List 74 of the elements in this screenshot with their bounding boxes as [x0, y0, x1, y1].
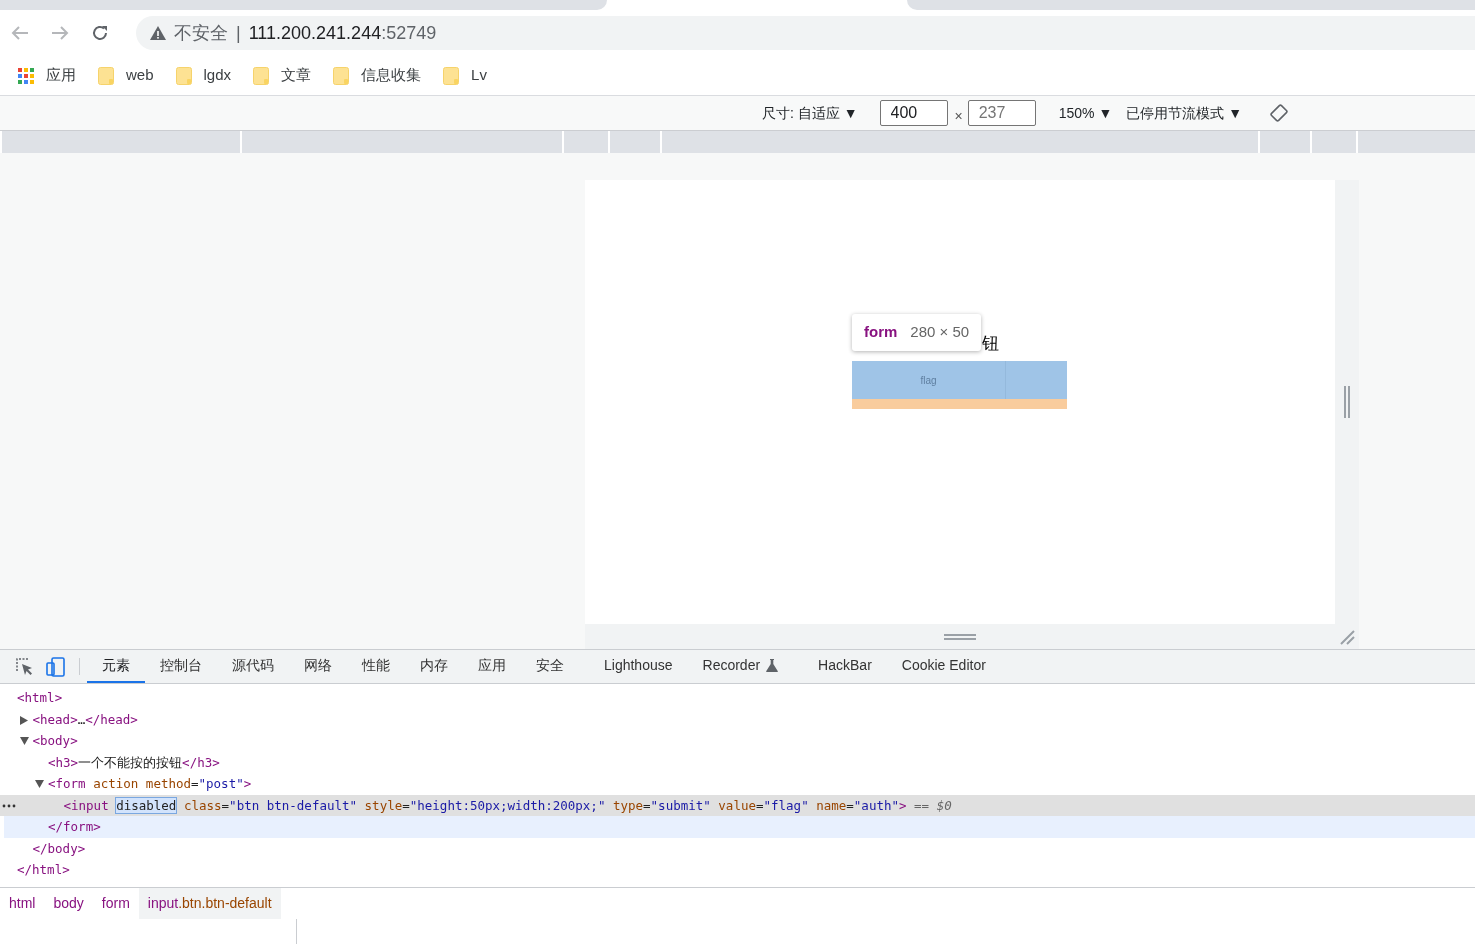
url-text: 111.200.241.244:52749 — [248, 21, 437, 45]
expand-arrow-icon[interactable] — [19, 737, 29, 745]
times-sign: × — [954, 106, 963, 126]
folder-icon — [175, 66, 192, 85]
reload-icon[interactable] — [91, 24, 109, 42]
media-query-segment[interactable] — [662, 131, 1258, 153]
folder-icon — [333, 66, 350, 85]
code-line[interactable]: <h3>一个不能按的按钮</h3> — [48, 751, 220, 773]
breadcrumb-item[interactable]: form — [92, 888, 139, 919]
code-line[interactable]: </html> — [17, 859, 70, 881]
browser-tab[interactable] — [907, 0, 1475, 10]
element-size: 280 × 50 — [910, 322, 970, 343]
devtools-tab[interactable]: 源代码 — [217, 650, 289, 683]
security-label: 不安全 — [174, 21, 228, 45]
resize-handle-icon[interactable] — [944, 633, 976, 640]
media-query-segment[interactable] — [1312, 131, 1356, 153]
expand-arrow-icon[interactable] — [19, 715, 28, 725]
devtools-tab[interactable]: Cookie Editor — [886, 650, 1001, 683]
code-line[interactable]: </form> — [48, 816, 101, 838]
folder-icon — [443, 66, 460, 85]
devtools-tab[interactable]: Lighthouse — [589, 650, 688, 683]
bookmark-item[interactable]: Lv — [443, 64, 487, 87]
rotate-icon[interactable] — [1270, 104, 1289, 122]
media-query-segment[interactable] — [1260, 131, 1310, 153]
folder-icon — [253, 66, 270, 85]
bookmark-item[interactable]: web — [98, 64, 154, 87]
bookmark-item[interactable]: lgdx — [175, 64, 232, 87]
devtools-tab[interactable]: 内存 — [405, 650, 463, 683]
folder-icon — [98, 66, 114, 85]
resize-handle-icon[interactable] — [1344, 386, 1350, 418]
resize-corner-icon[interactable] — [1339, 628, 1355, 645]
media-query-segment[interactable] — [610, 131, 660, 153]
media-query-segment[interactable] — [242, 131, 562, 153]
warning-icon — [150, 26, 166, 40]
device-icon[interactable] — [46, 656, 66, 677]
devtools-tab[interactable]: 性能 — [347, 650, 405, 683]
devtools-tab[interactable]: 元素 — [87, 650, 145, 683]
code-line[interactable]: <form action method="post"> — [48, 773, 252, 795]
devtools-tab[interactable]: 控制台 — [145, 650, 217, 683]
devtools-tab[interactable]: 应用 — [463, 650, 521, 683]
media-query-segment[interactable] — [564, 131, 608, 153]
breadcrumb-item[interactable]: html — [0, 888, 45, 919]
bookmark-item[interactable]: 文章 — [253, 64, 312, 87]
flask-icon — [766, 659, 779, 672]
apps-icon — [18, 67, 34, 84]
more-icon[interactable] — [2, 803, 16, 808]
expand-arrow-icon[interactable] — [35, 780, 44, 788]
heading-text: 钮 — [982, 332, 999, 355]
devtools-tab[interactable]: 安全 — [521, 650, 579, 683]
devtools-tab[interactable]: Recorder — [687, 650, 794, 683]
width-field[interactable]: 400 — [879, 100, 948, 126]
forward-icon[interactable] — [51, 25, 69, 41]
media-query-segment[interactable] — [2, 131, 240, 153]
media-query-segment[interactable] — [1358, 131, 1475, 153]
zoom-dropdown[interactable]: 150% ▼ — [1058, 102, 1113, 124]
code-line[interactable]: <html> — [17, 687, 63, 709]
devtools-tab[interactable]: 网络 — [289, 650, 347, 683]
code-line[interactable]: </body> — [32, 837, 86, 859]
inspect-icon[interactable] — [16, 657, 34, 676]
bookmark-item[interactable]: 信息收集 — [333, 64, 422, 87]
back-icon[interactable] — [11, 25, 29, 41]
devtools-tab[interactable]: HackBar — [803, 650, 887, 683]
bookmark-item[interactable]: 应用 — [18, 64, 76, 87]
breadcrumb-item[interactable]: input.btn.btn-default — [138, 888, 281, 919]
browser-tab[interactable] — [0, 0, 607, 10]
breadcrumb-item[interactable]: body — [44, 888, 93, 919]
address-bar[interactable]: 不安全 | 111.200.241.244:52749 — [136, 16, 1475, 50]
code-line[interactable]: <head>…</head> — [32, 708, 138, 730]
height-field[interactable]: 237 — [967, 100, 1036, 126]
dimensions-dropdown[interactable]: 尺寸: 自适应 ▼ — [762, 102, 858, 124]
code-line[interactable]: <body> — [32, 730, 78, 752]
pipe-text: | — [236, 21, 241, 45]
throttling-dropdown[interactable]: 已停用节流模式 ▼ — [1126, 102, 1243, 124]
element-name: form — [864, 322, 898, 343]
